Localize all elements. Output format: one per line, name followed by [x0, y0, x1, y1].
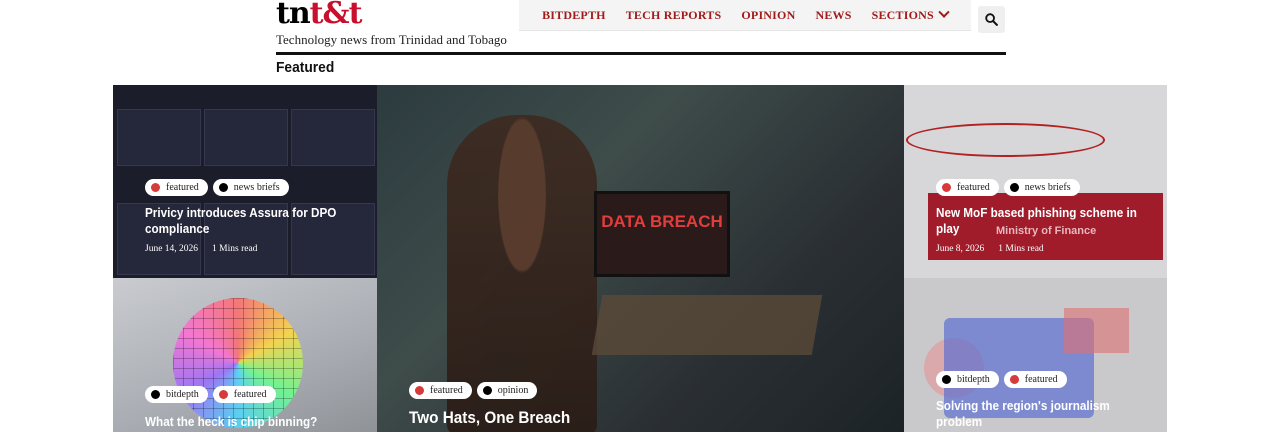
article-title[interactable]: What the heck is chip binning? [145, 414, 352, 430]
tag-news-briefs[interactable]: news briefs [212, 179, 289, 196]
red-dot-icon [151, 183, 160, 192]
featured-card-privicy[interactable]: featured news briefs Privicy introduces … [113, 85, 377, 278]
featured-card-journalism[interactable]: bitdepth featured Solving the region's j… [904, 278, 1167, 432]
site-tagline: Technology news from Trinidad and Tobago [276, 32, 507, 47]
nav-label: SECTIONS [871, 7, 934, 22]
red-dot-icon [1009, 375, 1019, 384]
nav-label: TECH REPORTS [625, 7, 722, 22]
black-dot-icon [1009, 183, 1019, 192]
tag-label: featured [957, 182, 990, 193]
search-icon [985, 13, 998, 26]
tag-label: featured [430, 385, 463, 396]
dashboard-panel [117, 109, 201, 166]
nav-item-bitdepth[interactable]: BITDEPTH [542, 8, 606, 23]
tag-list: featured news briefs [145, 179, 289, 196]
nav-label: OPINION [741, 7, 796, 22]
black-dot-icon [151, 390, 160, 399]
tag-list: featured news briefs [936, 179, 1080, 196]
article-read-time: 1 Mins read [212, 244, 258, 254]
featured-card-chip-binning[interactable]: bitdepth featured What the heck is chip … [113, 278, 377, 432]
article-title[interactable]: New MoF based phishing scheme in play [936, 205, 1139, 237]
highlight-oval [906, 123, 1105, 157]
wafer-grid [173, 298, 303, 428]
logo-text-red: t&t [309, 0, 363, 31]
tag-bitdepth[interactable]: bitdepth [936, 371, 999, 388]
red-dot-icon [942, 183, 951, 192]
meeting-table-image [591, 295, 823, 355]
tag-label: bitdepth [166, 389, 199, 400]
search-button[interactable] [978, 6, 1005, 33]
tag-featured[interactable]: featured [145, 179, 208, 196]
article-date: June 8, 2026 [936, 244, 985, 254]
tag-news-briefs[interactable]: news briefs [1003, 179, 1080, 196]
nav-item-news[interactable]: NEWS [815, 8, 851, 23]
site-logo[interactable]: tnt&t [276, 0, 363, 31]
tag-list: featured opinion [409, 382, 538, 399]
data-breach-screen: DATA BREACH [594, 191, 730, 277]
illustration-panel [1064, 308, 1129, 353]
nav-label: BITDEPTH [542, 7, 606, 22]
tag-label: featured [1024, 374, 1058, 385]
tag-label: news briefs [233, 182, 280, 193]
tag-bitdepth[interactable]: bitdepth [145, 386, 208, 403]
tag-opinion[interactable]: opinion [476, 382, 538, 399]
chevron-down-icon [938, 6, 950, 18]
red-dot-icon [415, 386, 424, 395]
article-title[interactable]: Privicy introduces Assura for DPO compli… [145, 205, 352, 237]
header-divider [276, 52, 1006, 55]
tag-label: featured [233, 389, 267, 400]
dashboard-panel [291, 109, 375, 166]
nav-item-opinion[interactable]: OPINION [741, 8, 795, 23]
tag-label: featured [166, 182, 199, 193]
logo-text-black: tn [276, 0, 311, 31]
black-dot-icon [942, 375, 951, 384]
nav-label: NEWS [815, 7, 852, 22]
tag-featured[interactable]: featured [936, 179, 999, 196]
main-nav: BITDEPTH TECH REPORTS OPINION NEWS SECTI… [519, 0, 971, 31]
featured-card-two-hats[interactable]: DATA BREACH featured opinion Two Hats, O… [377, 85, 904, 432]
tag-featured[interactable]: featured [212, 386, 276, 403]
article-meta: June 8, 2026 1 Mins read [936, 244, 1044, 254]
tag-featured[interactable]: featured [409, 382, 472, 399]
tag-label: news briefs [1024, 182, 1071, 193]
black-dot-icon [218, 183, 228, 192]
red-dot-icon [218, 390, 228, 399]
article-read-time: 1 Mins read [998, 244, 1044, 254]
tag-list: bitdepth featured [145, 386, 276, 403]
tag-label: bitdepth [957, 374, 990, 385]
dashboard-panel [204, 109, 288, 166]
article-title[interactable]: Two Hats, One Breach [409, 408, 769, 428]
black-dot-icon [482, 386, 492, 395]
tag-list: bitdepth featured [936, 371, 1067, 388]
section-title: Featured [276, 59, 335, 76]
featured-card-mof-phishing[interactable]: Ministry of Finance featured news briefs… [904, 85, 1167, 278]
nav-item-tech-reports[interactable]: TECH REPORTS [626, 8, 722, 23]
tag-featured[interactable]: featured [1003, 371, 1067, 388]
article-meta: June 14, 2026 1 Mins read [145, 244, 257, 254]
screen-text: DATA BREACH [601, 212, 723, 231]
article-date: June 14, 2026 [145, 244, 199, 254]
article-title[interactable]: Solving the region's journalism problem [936, 398, 1139, 430]
tag-label: opinion [497, 385, 529, 396]
nav-item-sections[interactable]: SECTIONS [871, 6, 950, 23]
